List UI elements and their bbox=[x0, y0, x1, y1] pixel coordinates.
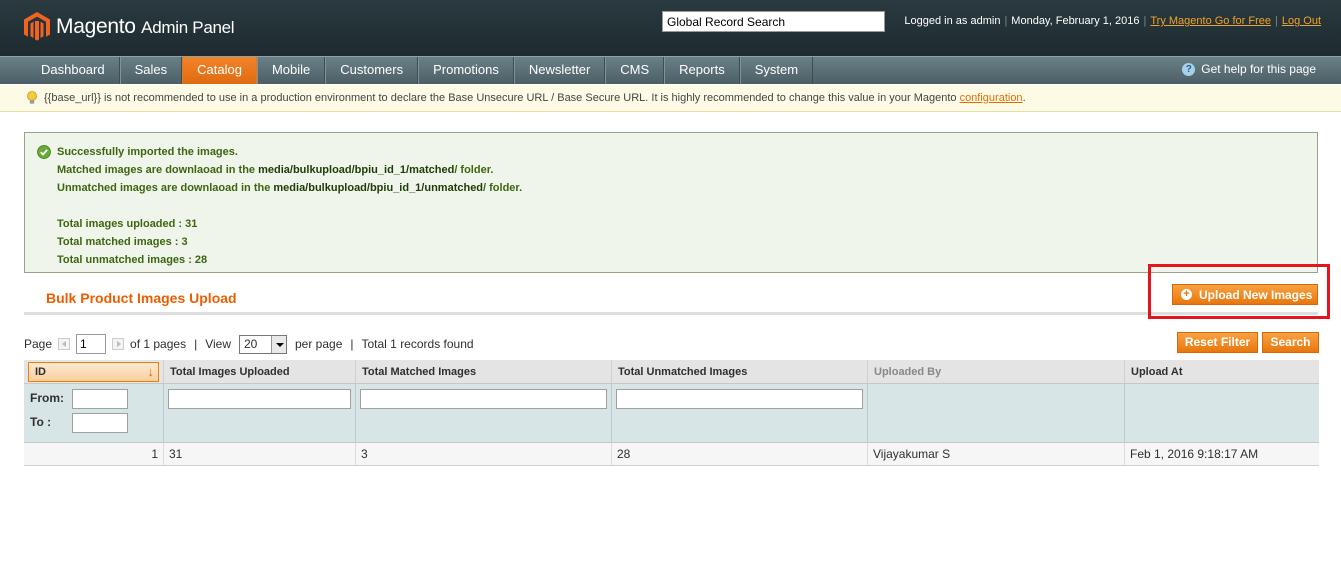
help-link-label: Get help for this page bbox=[1201, 62, 1316, 76]
nav-promotions[interactable]: Promotions bbox=[418, 57, 514, 84]
success-line-1: Successfully imported the images. bbox=[57, 146, 238, 158]
cell-matched: 3 bbox=[356, 443, 612, 465]
id-range-filter: From: To : bbox=[24, 384, 164, 442]
title-divider bbox=[24, 312, 1318, 315]
help-link[interactable]: ? Get help for this page bbox=[1182, 62, 1316, 76]
cell-upload-at: Feb 1, 2016 9:18:17 AM bbox=[1130, 447, 1259, 461]
total-uploaded: Total images uploaded : 31 bbox=[57, 218, 198, 230]
help-icon: ? bbox=[1182, 62, 1196, 76]
nav-catalog[interactable]: Catalog bbox=[182, 57, 257, 84]
per-page-label: per page bbox=[295, 337, 343, 351]
page-title: Bulk Product Images Upload bbox=[46, 290, 237, 306]
table-row[interactable]: 1 31 3 28 Vijayakumar S Feb 1, 2016 9:18… bbox=[24, 443, 1319, 466]
cell-total-uploaded: 31 bbox=[164, 443, 356, 465]
current-date: Monday, February 1, 2016 bbox=[1011, 15, 1140, 27]
total-records: Total 1 records found bbox=[361, 337, 474, 351]
total-unmatched: Total unmatched images : 28 bbox=[57, 254, 208, 266]
total-matched: Total matched images : 3 bbox=[57, 236, 188, 248]
view-label: View bbox=[205, 337, 231, 351]
nav-system[interactable]: System bbox=[739, 57, 814, 84]
nav-cms[interactable]: CMS bbox=[605, 57, 665, 84]
cell-uploaded-by: Vijayakumar S bbox=[868, 443, 1125, 465]
id-from-input[interactable] bbox=[72, 389, 128, 409]
nav-dashboard[interactable]: Dashboard bbox=[27, 57, 120, 84]
magento-logo[interactable]: Magento Admin Panel bbox=[24, 11, 235, 43]
next-page-icon[interactable] bbox=[112, 338, 125, 350]
success-check-icon bbox=[37, 145, 51, 159]
from-label: From: bbox=[30, 391, 64, 405]
nav-reports[interactable]: Reports bbox=[664, 57, 740, 84]
total-uploaded-filter-input[interactable] bbox=[168, 389, 351, 409]
magento-logo-icon bbox=[24, 12, 50, 41]
uploads-grid: ID ↓ Total Images Uploaded Total Matched … bbox=[24, 360, 1319, 466]
chevron-down-icon bbox=[271, 335, 286, 353]
per-page-select[interactable]: 20 bbox=[239, 334, 287, 354]
nav-newsletter[interactable]: Newsletter bbox=[513, 57, 606, 84]
unmatched-filter-input[interactable] bbox=[616, 389, 863, 409]
matched-filter-input[interactable] bbox=[360, 389, 607, 409]
grid-header-row: ID ↓ Total Images Uploaded Total Matched … bbox=[24, 360, 1319, 384]
nav-mobile[interactable]: Mobile bbox=[256, 57, 326, 84]
page-label: Page bbox=[24, 337, 53, 351]
page-number-input[interactable] bbox=[76, 334, 107, 354]
column-header-total-uploaded[interactable]: Total Images Uploaded bbox=[164, 360, 356, 383]
column-header-id[interactable]: ID ↓ bbox=[28, 362, 159, 382]
configuration-link[interactable]: configuration bbox=[960, 92, 1023, 104]
global-search-input[interactable] bbox=[662, 11, 885, 32]
notice-text: {{base_url}} is not recommended to use i… bbox=[44, 92, 960, 104]
column-header-uploaded-by: Uploaded By bbox=[868, 360, 1125, 383]
lightbulb-icon bbox=[27, 91, 37, 104]
logout-link[interactable]: Log Out bbox=[1282, 15, 1321, 27]
cell-id: 1 bbox=[24, 443, 164, 465]
try-magento-go-link[interactable]: Try Magento Go for Free bbox=[1150, 15, 1271, 27]
logged-in-text: Logged in as admin bbox=[904, 15, 1001, 27]
of-pages-text: of 1 pages bbox=[130, 337, 187, 351]
cell-unmatched: 28 bbox=[612, 443, 868, 465]
column-header-matched[interactable]: Total Matched Images bbox=[356, 360, 612, 383]
previous-page-icon[interactable] bbox=[58, 338, 71, 350]
highlight-annotation bbox=[1148, 264, 1330, 319]
main-nav: Dashboard Sales Catalog Mobile Customers… bbox=[0, 56, 1341, 84]
base-url-notice: {{base_url}} is not recommended to use i… bbox=[0, 85, 1341, 112]
header-user-links: Logged in as admin | Monday, February 1, 2… bbox=[904, 15, 1321, 27]
id-to-input[interactable] bbox=[72, 413, 128, 433]
reset-filter-button[interactable]: Reset Filter bbox=[1177, 332, 1258, 353]
sort-desc-icon: ↓ bbox=[147, 364, 155, 379]
admin-header: Magento Admin Panel Logged in as admin|M… bbox=[0, 0, 1341, 56]
success-line-3: Unmatched images are downlaoad in the me… bbox=[57, 182, 523, 194]
column-header-upload-at[interactable]: Upload At bbox=[1125, 360, 1319, 383]
grid-pager: Page of 1 pages | View 20 per page | Tot… bbox=[24, 333, 474, 355]
column-header-unmatched[interactable]: Total Unmatched Images bbox=[612, 360, 868, 383]
grid-filter-row: From: To : bbox=[24, 384, 1319, 443]
search-button[interactable]: Search bbox=[1262, 332, 1319, 353]
success-line-2: Matched images are downlaoad in the medi… bbox=[57, 164, 494, 176]
logo-text: Magento Admin Panel bbox=[56, 15, 235, 38]
nav-sales[interactable]: Sales bbox=[119, 57, 183, 84]
success-message: Successfully imported the images. Matche… bbox=[24, 132, 1318, 273]
nav-customers[interactable]: Customers bbox=[325, 57, 419, 84]
to-label: To : bbox=[30, 415, 52, 429]
